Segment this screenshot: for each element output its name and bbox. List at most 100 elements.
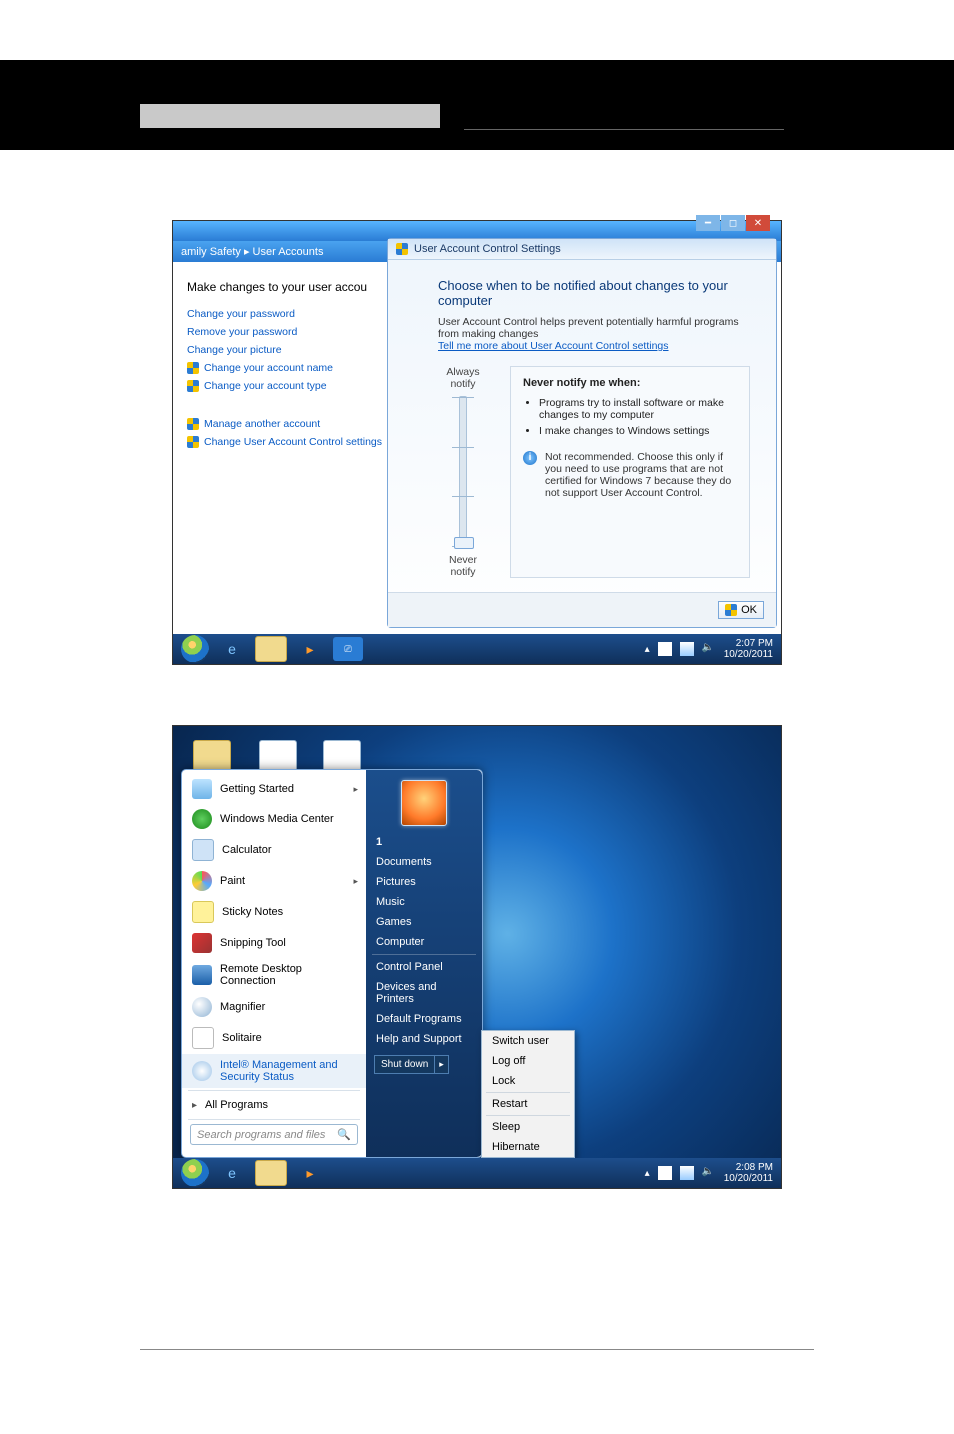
- user-avatar[interactable]: [401, 780, 447, 826]
- program-icon: [192, 839, 214, 861]
- uac-heading: Choose when to be notified about changes…: [438, 278, 750, 308]
- tray-volume-icon[interactable]: 🔈: [702, 642, 716, 656]
- separator: [372, 954, 476, 955]
- start-pictures[interactable]: Pictures: [366, 872, 482, 892]
- menu-restart[interactable]: Restart: [482, 1094, 574, 1114]
- start-control-panel[interactable]: Control Panel: [366, 957, 482, 977]
- taskbar-app-icon[interactable]: ⎚: [333, 637, 363, 661]
- start-user-name[interactable]: 1: [366, 832, 482, 852]
- ok-button[interactable]: OK: [718, 601, 764, 619]
- start-games[interactable]: Games: [366, 912, 482, 932]
- start-item-sticky-notes[interactable]: Sticky Notes: [182, 896, 366, 928]
- program-icon: [192, 965, 212, 985]
- shield-icon: [187, 362, 199, 374]
- start-item-magnifier[interactable]: Magnifier: [182, 992, 366, 1022]
- taskbar-clock[interactable]: 2:07 PM 10/20/2011: [724, 638, 773, 660]
- taskbar-wmp-icon[interactable]: ▸: [295, 637, 325, 661]
- start-item-intel[interactable]: Intel® Management and Security Status: [182, 1054, 366, 1088]
- taskbar[interactable]: e ▸ ▴ 🔈 2:08 PM 10/20/2011: [173, 1158, 781, 1188]
- uac-slider-thumb[interactable]: [454, 537, 474, 549]
- menu-lock[interactable]: Lock: [482, 1071, 574, 1091]
- panel-info: i Not recommended. Choose this only if y…: [523, 451, 737, 499]
- submenu-arrow-icon: ▸: [353, 876, 358, 887]
- program-icon: [192, 809, 212, 829]
- screenshot-uac: amily Safety ▸ User Accounts Make change…: [172, 220, 782, 665]
- taskbar[interactable]: e ▸ ⎚ ▴ 🔈 2:07 PM 10/20/2011: [173, 634, 781, 664]
- separator: [188, 1090, 360, 1091]
- shield-icon: [187, 418, 199, 430]
- taskbar-ie-icon[interactable]: e: [217, 637, 247, 661]
- shield-icon: [187, 380, 199, 392]
- start-documents[interactable]: Documents: [366, 852, 482, 872]
- start-item-solitaire[interactable]: Solitaire: [182, 1022, 366, 1054]
- slider-label-top: Always notify: [438, 366, 488, 390]
- start-item-calculator[interactable]: Calculator: [182, 834, 366, 866]
- link-change-picture[interactable]: Change your picture: [187, 344, 387, 356]
- link-change-account-type[interactable]: Change your account type: [187, 380, 387, 392]
- uac-slider-track[interactable]: [459, 396, 467, 548]
- start-orb[interactable]: [181, 1159, 209, 1187]
- screenshot-startmenu: 1 serial patch install 2 patch install s…: [172, 725, 782, 1189]
- power-submenu: Switch user Log off Lock Restart Sleep H…: [481, 1030, 575, 1158]
- shutdown-button[interactable]: Shut down: [374, 1055, 435, 1074]
- start-item-rdc[interactable]: Remote Desktop Connection: [182, 958, 366, 992]
- start-menu-places: 1 Documents Pictures Music Games Compute…: [366, 770, 482, 1157]
- tray-arrow-icon[interactable]: ▴: [645, 1168, 650, 1179]
- slider-row: Always notify Never notify: [438, 366, 750, 578]
- taskbar-clock[interactable]: 2:08 PM 10/20/2011: [724, 1162, 773, 1184]
- start-item-paint[interactable]: Paint▸: [182, 866, 366, 896]
- start-help-support[interactable]: Help and Support: [366, 1029, 482, 1049]
- start-music[interactable]: Music: [366, 892, 482, 912]
- uac-help-link[interactable]: Tell me more about User Account Control …: [438, 340, 669, 352]
- tray-flag-icon[interactable]: [658, 1166, 672, 1180]
- link-change-account-name[interactable]: Change your account name: [187, 362, 387, 374]
- window-title: User Account Control Settings: [414, 243, 561, 255]
- maximize-button[interactable]: ◻: [721, 215, 745, 231]
- shutdown-split-button[interactable]: Shut down ▸: [374, 1055, 474, 1074]
- link-change-password[interactable]: Change your password: [187, 308, 387, 320]
- link-remove-password[interactable]: Remove your password: [187, 326, 387, 338]
- link-change-uac-settings[interactable]: Change User Account Control settings: [187, 436, 387, 448]
- all-programs[interactable]: ▸All Programs: [182, 1093, 366, 1117]
- menu-hibernate[interactable]: Hibernate: [482, 1137, 574, 1157]
- close-button[interactable]: ✕: [746, 215, 770, 231]
- program-icon: [192, 1027, 214, 1049]
- start-default-programs[interactable]: Default Programs: [366, 1009, 482, 1029]
- header-gray-bar: [140, 104, 440, 128]
- tray-volume-icon[interactable]: 🔈: [702, 1166, 716, 1180]
- taskbar-wmp-icon[interactable]: ▸: [295, 1161, 325, 1185]
- taskbar-ie-icon[interactable]: e: [217, 1161, 247, 1185]
- start-item-getting-started[interactable]: Getting Started▸: [182, 774, 366, 804]
- menu-switch-user[interactable]: Switch user: [482, 1031, 574, 1051]
- link-manage-another-account[interactable]: Manage another account: [187, 418, 387, 430]
- panel-info-text: Not recommended. Choose this only if you…: [545, 451, 737, 499]
- tray-arrow-icon[interactable]: ▴: [645, 644, 650, 655]
- minimize-button[interactable]: ━: [696, 215, 720, 231]
- start-item-wmc[interactable]: Windows Media Center: [182, 804, 366, 834]
- taskbar-explorer-icon[interactable]: [255, 636, 287, 662]
- desktop[interactable]: 1 serial patch install 2 patch install s…: [173, 726, 781, 1188]
- uac-slider-column: Always notify Never notify: [438, 366, 488, 578]
- start-devices-printers[interactable]: Devices and Printers: [366, 977, 482, 1009]
- search-placeholder: Search programs and files: [197, 1129, 325, 1141]
- uac-settings-window: ━ ◻ ✕ User Account Control Settings Choo…: [387, 238, 777, 628]
- start-item-snipping-tool[interactable]: Snipping Tool: [182, 928, 366, 958]
- panel-bullet: I make changes to Windows settings: [539, 425, 737, 437]
- submenu-arrow-icon: ▸: [353, 784, 358, 795]
- menu-log-off[interactable]: Log off: [482, 1051, 574, 1071]
- tray-flag-icon[interactable]: [658, 642, 672, 656]
- window-titlebar[interactable]: User Account Control Settings: [388, 239, 776, 260]
- taskbar-explorer-icon[interactable]: [255, 1160, 287, 1186]
- menu-sleep[interactable]: Sleep: [482, 1117, 574, 1137]
- shutdown-arrow[interactable]: ▸: [435, 1055, 449, 1074]
- tray-network-icon[interactable]: [680, 1166, 694, 1180]
- page-content: amily Safety ▸ User Accounts Make change…: [0, 150, 954, 1309]
- document-page: amily Safety ▸ User Accounts Make change…: [0, 60, 954, 1350]
- uac-subtext: User Account Control helps prevent poten…: [438, 316, 750, 340]
- start-search-box[interactable]: Search programs and files 🔍: [190, 1124, 358, 1145]
- start-orb[interactable]: [181, 635, 209, 663]
- search-icon: 🔍: [337, 1128, 351, 1141]
- program-icon: [192, 779, 212, 799]
- start-computer[interactable]: Computer: [366, 932, 482, 952]
- tray-network-icon[interactable]: [680, 642, 694, 656]
